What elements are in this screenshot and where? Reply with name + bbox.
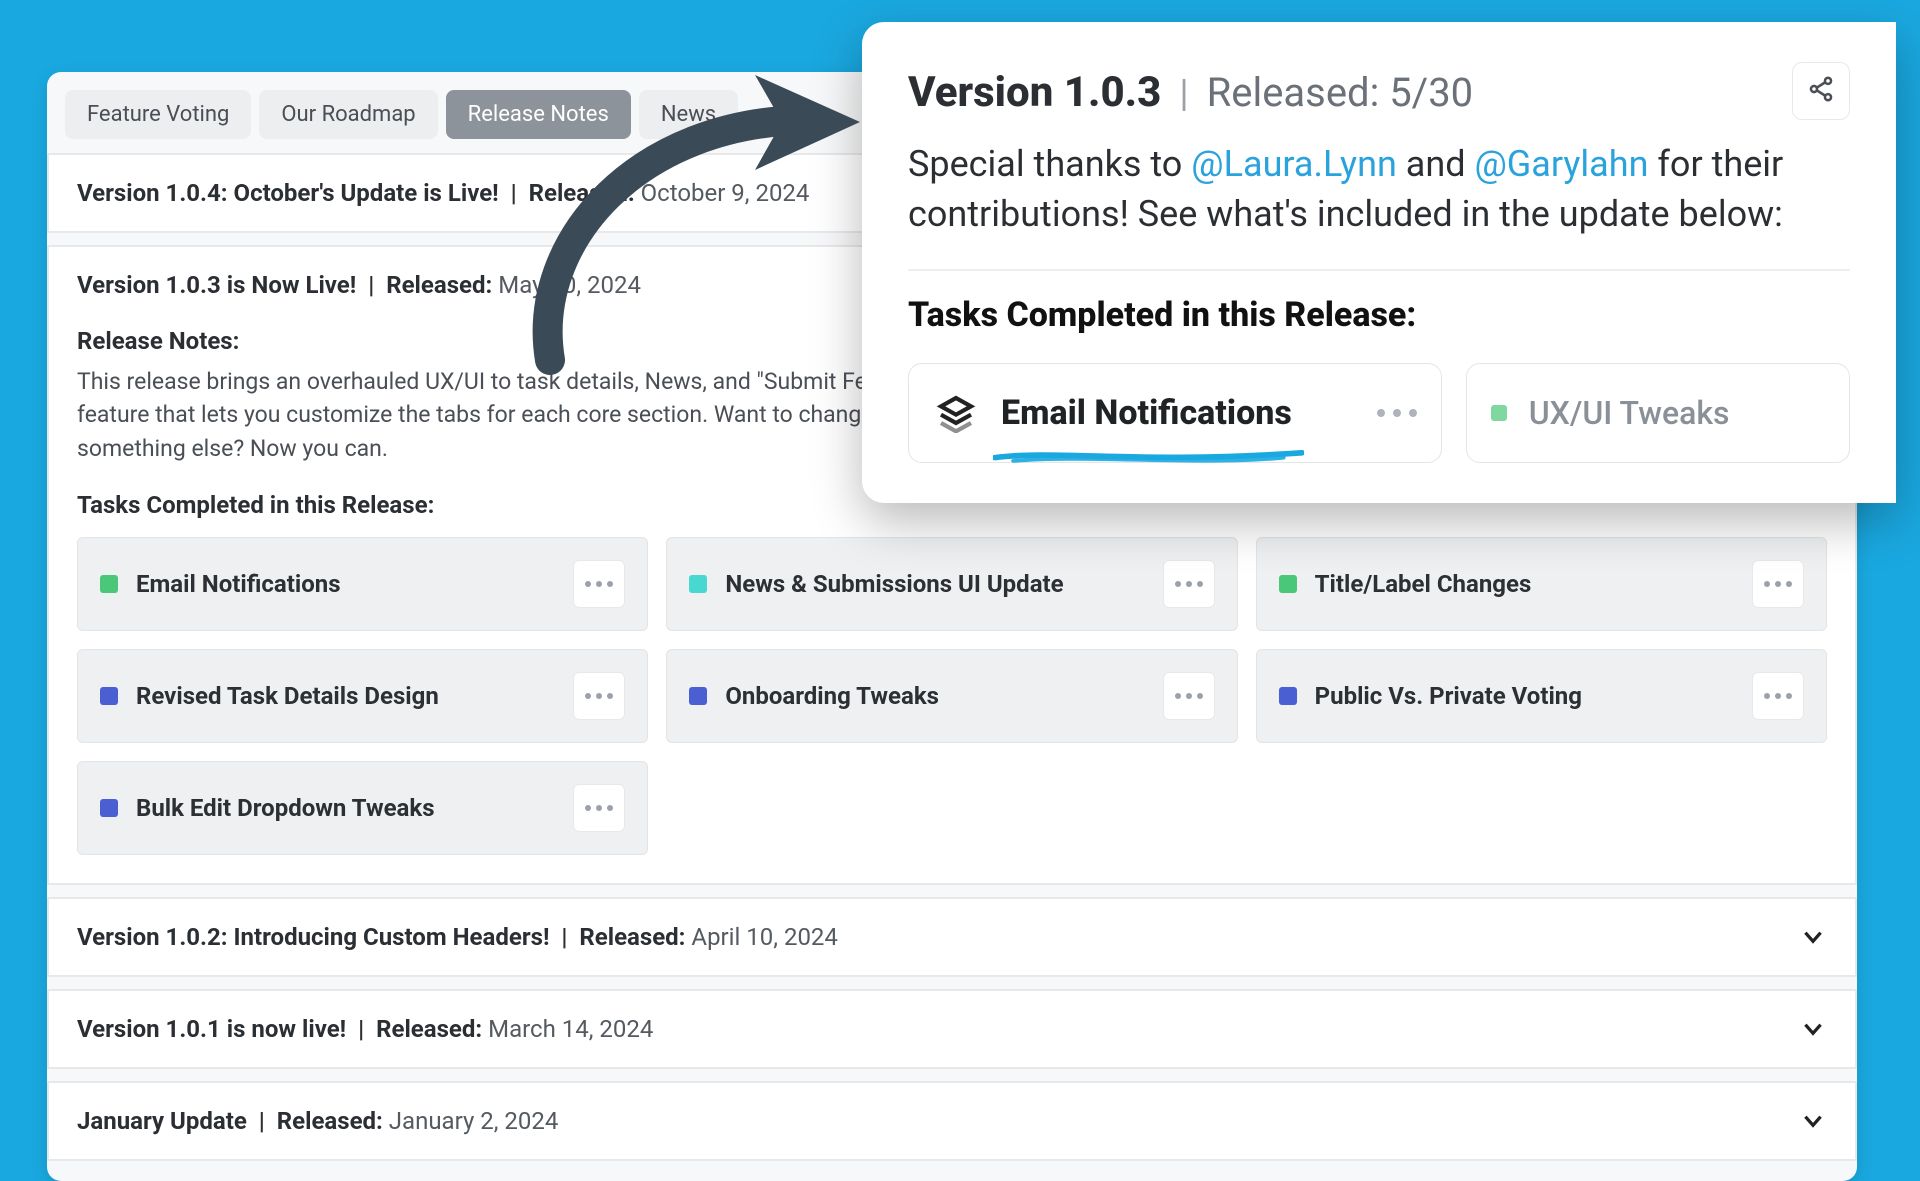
status-swatch [689, 575, 707, 593]
task-name: News & Submissions UI Update [725, 570, 1063, 598]
detail-pipe: | [1179, 72, 1188, 116]
task-card[interactable]: Bulk Edit Dropdown Tweaks [77, 761, 648, 855]
release-date: January 2, 2024 [389, 1107, 559, 1135]
more-options-button[interactable] [573, 560, 625, 608]
tab-feature-voting[interactable]: Feature Voting [65, 90, 251, 139]
detail-task-card[interactable]: UX/UI Tweaks [1466, 363, 1850, 463]
task-name: Bulk Edit Dropdown Tweaks [136, 794, 435, 822]
share-button[interactable] [1792, 62, 1850, 120]
task-card[interactable]: Onboarding Tweaks [666, 649, 1237, 743]
chevron-down-icon [1799, 923, 1827, 951]
release-header[interactable]: January Update | Released: January 2, 20… [49, 1083, 1855, 1159]
detail-task-name: Email Notifications [1001, 393, 1292, 433]
release-title: Version 1.0.3 is Now Live! [77, 271, 356, 299]
release-item: Version 1.0.1 is now live! | Released: M… [47, 989, 1857, 1069]
task-card[interactable]: News & Submissions UI Update [666, 537, 1237, 631]
release-header[interactable]: Version 1.0.1 is now live! | Released: M… [49, 991, 1855, 1067]
status-swatch [100, 687, 118, 705]
task-card[interactable]: Title/Label Changes [1256, 537, 1827, 631]
more-options-button[interactable] [1752, 672, 1804, 720]
detail-task-name: UX/UI Tweaks [1529, 394, 1730, 432]
release-item: January Update | Released: January 2, 20… [47, 1081, 1857, 1161]
release-date: March 14, 2024 [488, 1015, 653, 1043]
task-name: Title/Label Changes [1315, 570, 1532, 598]
detail-task-card[interactable]: Email Notifications [908, 363, 1442, 463]
released-label: Released: [529, 179, 635, 207]
more-options-button[interactable] [573, 784, 625, 832]
more-options-button[interactable] [1377, 409, 1417, 417]
released-label: Released: [376, 1015, 482, 1043]
task-name: Revised Task Details Design [136, 682, 439, 710]
released-label: Released: [386, 271, 492, 299]
status-swatch [100, 575, 118, 593]
chevron-down-icon [1799, 1107, 1827, 1135]
task-card[interactable]: Public Vs. Private Voting [1256, 649, 1827, 743]
release-date: October 9, 2024 [641, 179, 810, 207]
status-swatch [1279, 575, 1297, 593]
task-name: Public Vs. Private Voting [1315, 682, 1582, 710]
release-title: January Update [77, 1107, 247, 1135]
release-title: Version 1.0.1 is now live! [77, 1015, 346, 1043]
detail-description: Special thanks to @Laura.Lynn and @Garyl… [908, 140, 1850, 239]
released-label: Released: [277, 1107, 383, 1135]
release-title: Version 1.0.2: Introducing Custom Header… [77, 923, 549, 951]
more-options-button[interactable] [1163, 560, 1215, 608]
release-item: Version 1.0.2: Introducing Custom Header… [47, 897, 1857, 977]
release-date: April 10, 2024 [691, 923, 838, 951]
task-card[interactable]: Email Notifications [77, 537, 648, 631]
release-detail-card: Version 1.0.3 | Released: 5/30 Special t… [862, 22, 1896, 503]
detail-version: Version 1.0.3 [908, 68, 1161, 117]
more-options-button[interactable] [1752, 560, 1804, 608]
tab-news[interactable]: News [639, 90, 738, 139]
released-label: Released: [579, 923, 685, 951]
detail-task-row: Email Notifications UX/UI Tweaks [908, 363, 1850, 463]
detail-tasks-heading: Tasks Completed in this Release: [908, 295, 1850, 335]
release-date: May 30, 2024 [498, 271, 641, 299]
divider [908, 269, 1850, 271]
layers-icon [933, 390, 979, 436]
status-swatch [1491, 405, 1507, 421]
chevron-down-icon [1799, 1015, 1827, 1043]
release-header[interactable]: Version 1.0.2: Introducing Custom Header… [49, 899, 1855, 975]
mention-link[interactable]: @Garylahn [1474, 143, 1648, 185]
task-name: Onboarding Tweaks [725, 682, 939, 710]
mention-link[interactable]: @Laura.Lynn [1191, 143, 1397, 185]
task-name: Email Notifications [136, 570, 341, 598]
more-options-button[interactable] [573, 672, 625, 720]
task-card[interactable]: Revised Task Details Design [77, 649, 648, 743]
more-options-button[interactable] [1163, 672, 1215, 720]
detail-released: Released: 5/30 [1207, 69, 1474, 116]
share-icon [1807, 75, 1835, 107]
tab-release-notes[interactable]: Release Notes [446, 90, 631, 139]
status-swatch [1279, 687, 1297, 705]
highlight-underline-icon [993, 433, 1304, 449]
status-swatch [689, 687, 707, 705]
tab-our-roadmap[interactable]: Our Roadmap [259, 90, 437, 139]
task-grid: Email Notifications News & Submissions UI… [77, 537, 1827, 855]
release-title: Version 1.0.4: October's Update is Live! [77, 179, 499, 207]
status-swatch [100, 799, 118, 817]
detail-title: Version 1.0.3 | Released: 5/30 [908, 68, 1473, 117]
